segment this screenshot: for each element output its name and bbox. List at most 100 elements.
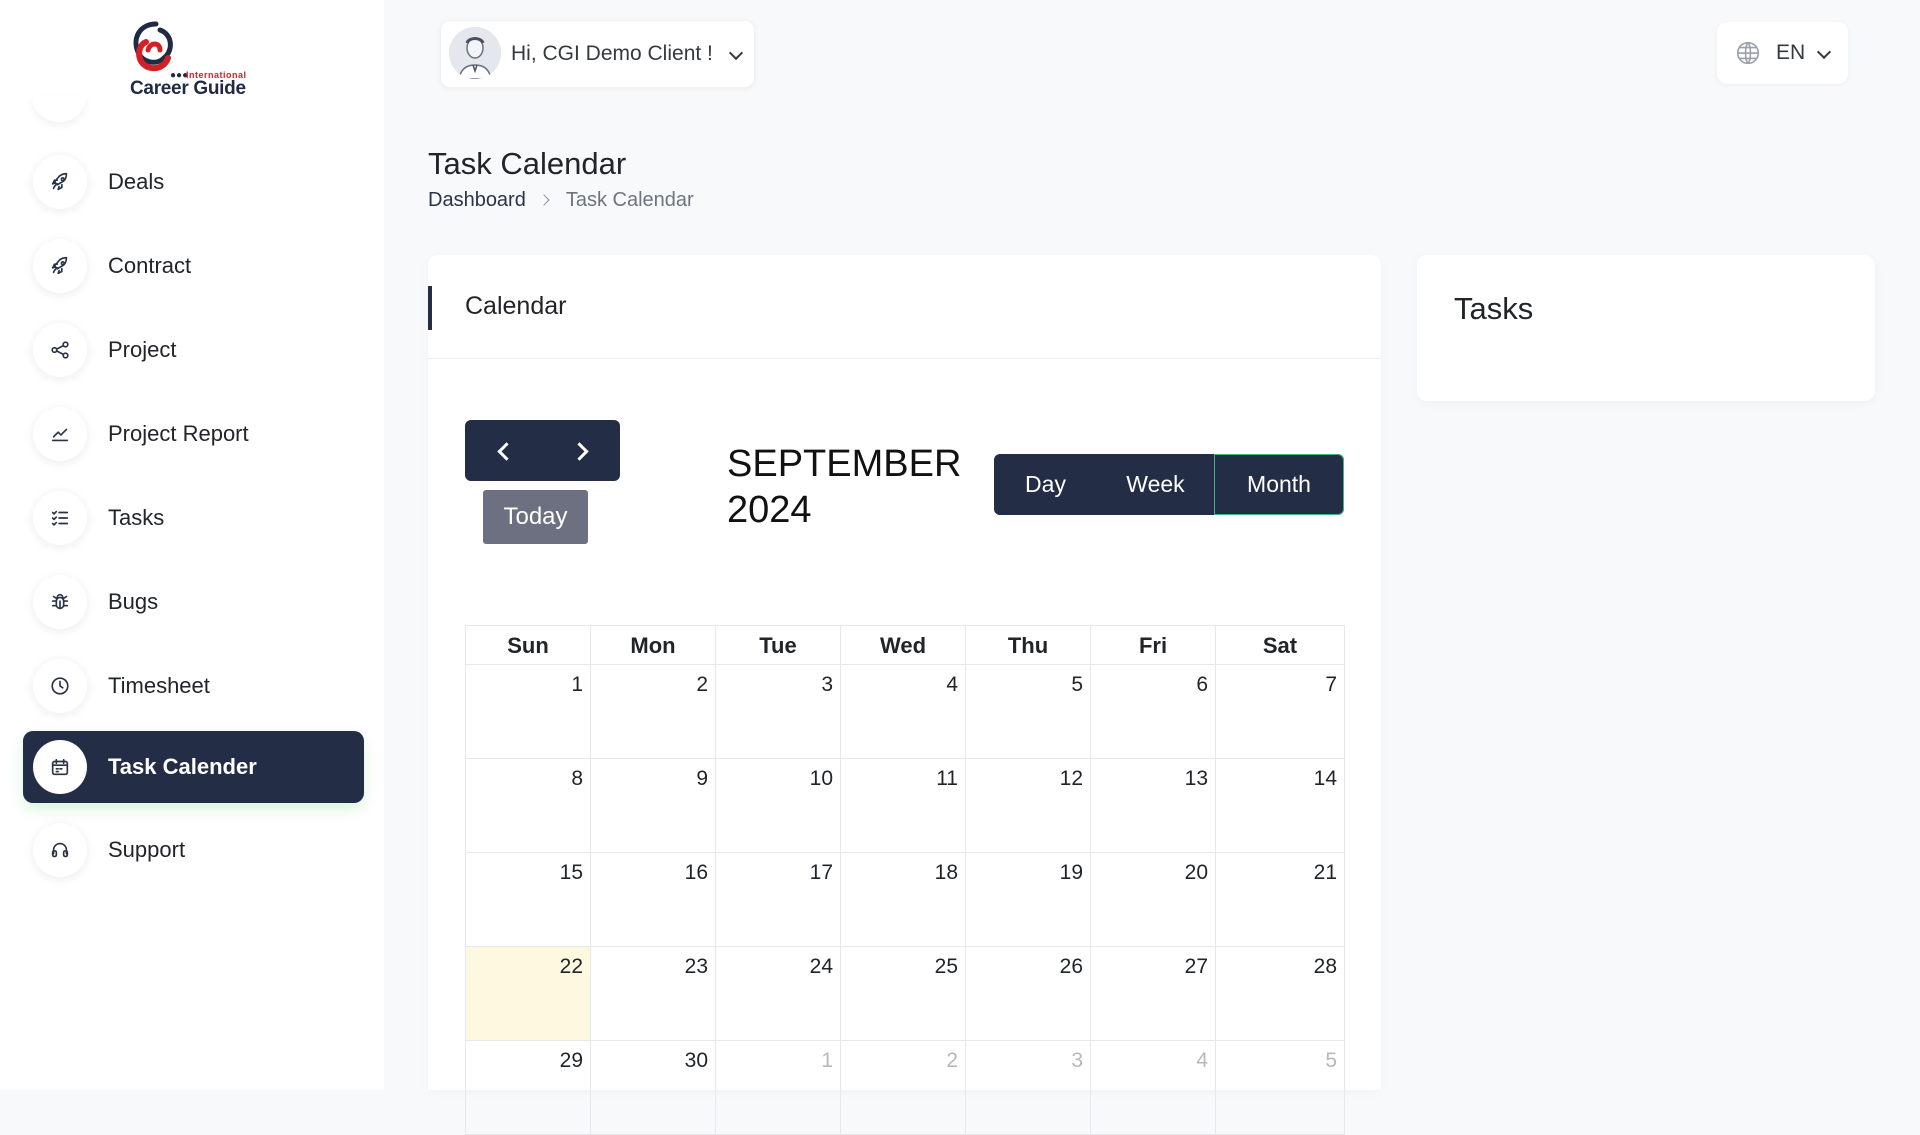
day-number: 7 bbox=[1325, 673, 1337, 696]
day-cell[interactable]: 17 bbox=[716, 853, 841, 947]
sidebar-item-label: Task Calender bbox=[108, 754, 257, 779]
day-number: 21 bbox=[1313, 861, 1337, 884]
day-cell[interactable]: 19 bbox=[966, 853, 1091, 947]
day-cell[interactable]: 21 bbox=[1216, 853, 1345, 947]
chart-line-icon bbox=[33, 407, 87, 461]
sidebar-item-deals[interactable]: Deals bbox=[23, 146, 364, 218]
calendar-card-title: Calendar bbox=[465, 292, 567, 320]
week-row: 1 2 3 4 5 6 7 bbox=[466, 665, 1345, 759]
day-cell[interactable]: 7 bbox=[1216, 665, 1345, 759]
week-row: 15 16 17 18 19 20 21 bbox=[466, 853, 1345, 947]
day-number: 15 bbox=[559, 861, 583, 884]
day-cell[interactable]: 12 bbox=[966, 759, 1091, 853]
day-cell[interactable]: 30 bbox=[591, 1041, 716, 1135]
language-code: EN bbox=[1776, 41, 1806, 64]
day-number: 17 bbox=[809, 861, 833, 884]
day-cell[interactable]: 23 bbox=[591, 947, 716, 1041]
weekday-header: Sun bbox=[466, 626, 591, 665]
day-cell[interactable]: 9 bbox=[591, 759, 716, 853]
day-cell-other-month[interactable]: 4 bbox=[1091, 1041, 1216, 1135]
week-row: 22 23 24 25 26 27 28 bbox=[466, 947, 1345, 1041]
day-cell[interactable]: 1 bbox=[466, 665, 591, 759]
share-icon bbox=[33, 323, 87, 377]
day-number: 20 bbox=[1184, 861, 1208, 884]
user-menu-button[interactable]: Hi, CGI Demo Client ! bbox=[440, 20, 755, 88]
sidebar-item-bugs[interactable]: Bugs bbox=[23, 566, 364, 638]
day-cell[interactable]: 6 bbox=[1091, 665, 1216, 759]
day-cell[interactable]: 18 bbox=[841, 853, 966, 947]
day-cell[interactable]: 20 bbox=[1091, 853, 1216, 947]
weekday-header: Tue bbox=[716, 626, 841, 665]
day-cell[interactable]: 5 bbox=[966, 665, 1091, 759]
day-cell[interactable]: 10 bbox=[716, 759, 841, 853]
day-number: 10 bbox=[809, 767, 833, 790]
month-grid: Sun Mon Tue Wed Thu Fri Sat 1 2 3 4 5 6 7 8 9 10 1… bbox=[465, 625, 1345, 1135]
sidebar-item-project[interactable]: Project bbox=[23, 314, 364, 386]
sidebar-item-support[interactable]: Support bbox=[23, 814, 364, 886]
day-cell[interactable]: 26 bbox=[966, 947, 1091, 1041]
day-number: 13 bbox=[1184, 767, 1208, 790]
sidebar-item-contract[interactable]: Contract bbox=[23, 230, 364, 302]
day-number: 12 bbox=[1059, 767, 1083, 790]
day-number: 24 bbox=[809, 955, 833, 978]
next-month-button[interactable] bbox=[543, 420, 620, 481]
sidebar-item-label: Timesheet bbox=[108, 673, 210, 698]
sidebar-item-tasks[interactable]: Tasks bbox=[23, 482, 364, 554]
day-number: 1 bbox=[821, 1049, 833, 1072]
week-row: 8 9 10 11 12 13 14 bbox=[466, 759, 1345, 853]
month-year: 2024 bbox=[727, 489, 812, 531]
day-cell[interactable]: 25 bbox=[841, 947, 966, 1041]
prev-month-button[interactable] bbox=[465, 420, 542, 481]
day-number: 18 bbox=[934, 861, 958, 884]
day-number: 8 bbox=[571, 767, 583, 790]
view-day-button[interactable]: Day bbox=[994, 454, 1097, 515]
day-cell[interactable]: 4 bbox=[841, 665, 966, 759]
rocket-icon bbox=[33, 239, 87, 293]
day-cell-other-month[interactable]: 5 bbox=[1216, 1041, 1345, 1135]
day-cell-other-month[interactable]: 3 bbox=[966, 1041, 1091, 1135]
career-guide-logo[interactable]: ●●● International Career Guide bbox=[126, 20, 266, 102]
sidebar-item-task-calender[interactable]: Task Calender bbox=[23, 731, 364, 803]
view-month-button[interactable]: Month bbox=[1214, 454, 1344, 515]
day-cell-today[interactable]: 22 bbox=[466, 947, 591, 1041]
day-cell[interactable]: 8 bbox=[466, 759, 591, 853]
day-number: 30 bbox=[684, 1049, 708, 1072]
day-cell[interactable]: 15 bbox=[466, 853, 591, 947]
logo-mark-icon bbox=[133, 21, 173, 72]
day-cell[interactable]: 24 bbox=[716, 947, 841, 1041]
day-cell[interactable]: 27 bbox=[1091, 947, 1216, 1041]
sidebar-item-label: Support bbox=[108, 837, 186, 862]
calendar-card-header: Calendar bbox=[428, 255, 1381, 359]
day-number: 29 bbox=[559, 1049, 583, 1072]
day-number: 16 bbox=[684, 861, 708, 884]
day-cell-other-month[interactable]: 2 bbox=[841, 1041, 966, 1135]
sidebar-item-timesheet[interactable]: Timesheet bbox=[23, 650, 364, 722]
sidebar-item-label: Contract bbox=[108, 253, 192, 278]
view-week-button[interactable]: Week bbox=[1097, 454, 1214, 515]
day-number: 3 bbox=[1071, 1049, 1083, 1072]
clock-icon bbox=[33, 659, 87, 713]
weekday-header: Mon bbox=[591, 626, 716, 665]
day-cell[interactable]: 11 bbox=[841, 759, 966, 853]
day-number: 2 bbox=[696, 673, 708, 696]
language-selector[interactable]: EN bbox=[1717, 22, 1848, 84]
day-cell[interactable]: 28 bbox=[1216, 947, 1345, 1041]
day-cell[interactable]: 14 bbox=[1216, 759, 1345, 853]
breadcrumb-current: Task Calendar bbox=[565, 189, 694, 211]
tasks-card-title: Tasks bbox=[1454, 291, 1534, 326]
day-cell[interactable]: 29 bbox=[466, 1041, 591, 1135]
breadcrumb-dashboard-link[interactable]: Dashboard bbox=[428, 189, 526, 211]
day-number: 19 bbox=[1059, 861, 1083, 884]
weekday-header: Thu bbox=[966, 626, 1091, 665]
day-cell-other-month[interactable]: 1 bbox=[716, 1041, 841, 1135]
weekday-header-row: Sun Mon Tue Wed Thu Fri Sat bbox=[466, 626, 1345, 665]
sidebar-item-project-report[interactable]: Project Report bbox=[23, 398, 364, 470]
weekday-header: Sat bbox=[1216, 626, 1345, 665]
day-cell[interactable]: 16 bbox=[591, 853, 716, 947]
today-button[interactable]: Today bbox=[483, 490, 588, 544]
breadcrumb: Dashboard Task Calendar bbox=[428, 189, 694, 212]
sidebar-item-label: Tasks bbox=[108, 505, 165, 530]
day-cell[interactable]: 2 bbox=[591, 665, 716, 759]
day-cell[interactable]: 13 bbox=[1091, 759, 1216, 853]
day-cell[interactable]: 3 bbox=[716, 665, 841, 759]
